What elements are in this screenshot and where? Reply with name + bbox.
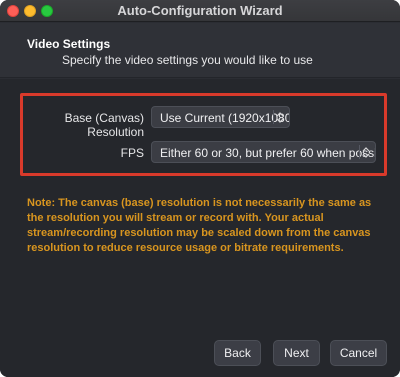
title-bar: Auto-Configuration Wizard [0,0,400,22]
resolution-label: Base (Canvas) Resolution [64,111,144,139]
resolution-select-value: Use Current (1920x1080) [160,111,290,125]
page-title: Video Settings [27,37,111,51]
wizard-window: Auto-Configuration Wizard Video Settings… [0,0,400,377]
resolution-select[interactable]: Use Current (1920x1080) [151,106,290,128]
chevron-up-down-icon [359,145,372,159]
fps-label: FPS [120,146,144,160]
chevron-up-down-icon [273,110,286,124]
page-header: Video Settings Specify the video setting… [0,23,400,78]
resolution-note: Note: The canvas (base) resolution is no… [27,197,372,254]
back-button[interactable]: Back [214,340,261,366]
fps-select-value: Either 60 or 30, but prefer 60 when poss… [160,146,376,160]
window-title: Auto-Configuration Wizard [117,3,283,18]
cancel-button[interactable]: Cancel [330,340,387,366]
fps-select[interactable]: Either 60 or 30, but prefer 60 when poss… [151,141,376,163]
next-button[interactable]: Next [273,340,320,366]
page-subtitle: Specify the video settings you would lik… [62,53,313,67]
